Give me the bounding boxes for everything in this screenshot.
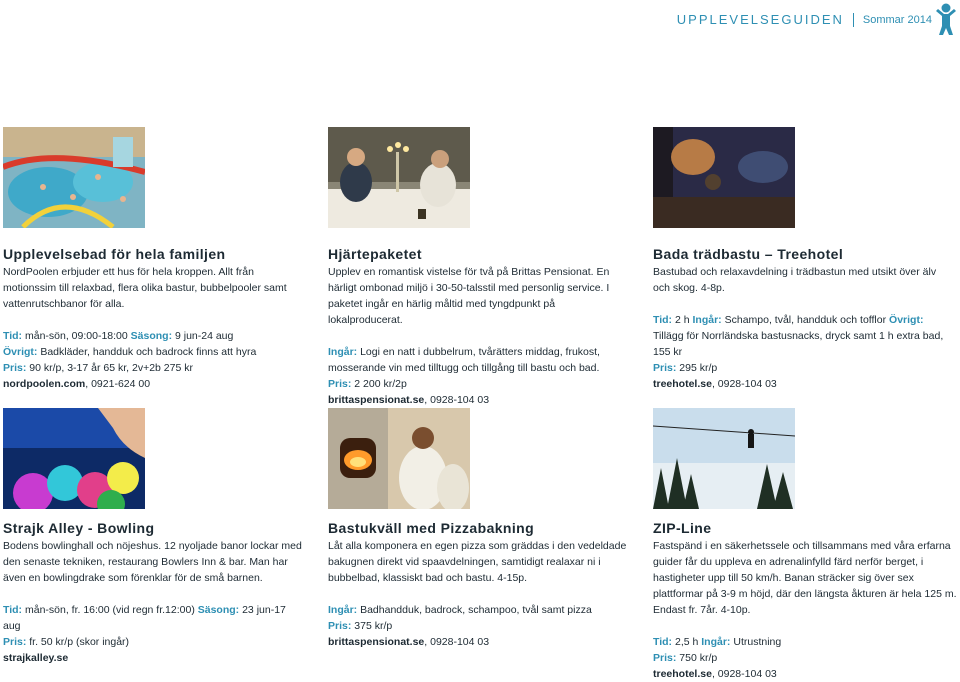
card-intro: Fastspänd i en säkerhetssele och tillsam… <box>653 540 957 616</box>
water-park-photo <box>3 127 145 228</box>
pris-label: Pris: <box>653 652 677 664</box>
tid-label: Tid: <box>653 636 673 648</box>
card-intro: Bodens bowlinghall och nöjeshus. 12 nyol… <box>3 540 302 584</box>
sasong-label: Säsong: <box>197 604 240 616</box>
card-bastukvall: Bastukväll med Pizzabakning Låt alla kom… <box>328 520 628 650</box>
card-details: Ingår: Logi en natt i dubbelrum, tvårätt… <box>328 344 628 408</box>
card-title: Upplevelsebad för hela familjen <box>3 246 226 262</box>
pris-label: Pris: <box>328 378 352 390</box>
card-upplevelsebad: Upplevelsebad för hela familjen NordPool… <box>3 246 303 392</box>
website-link[interactable]: brittaspensionat.se <box>328 636 424 648</box>
ingar-value: Badhandduk, badrock, schampoo, tvål samt… <box>360 604 592 616</box>
ovrigt-value: Tillägg för Norrländska bastusnacks, dry… <box>653 330 944 358</box>
website-link[interactable]: brittaspensionat.se <box>328 394 424 406</box>
sasong-value: 9 jun-24 aug <box>174 330 234 342</box>
ingar-label: Ingår: <box>328 604 358 616</box>
ovrigt-label: Övrigt: <box>3 346 38 358</box>
ingar-label: Ingår: <box>328 346 358 358</box>
guide-title: UPPLEVELSEGUIDEN <box>676 12 844 27</box>
bowling-photo <box>3 408 145 509</box>
card-zip-line: ZIP-Line Fastspänd i en säkerhetssele oc… <box>653 520 958 682</box>
card-title: ZIP-Line <box>653 520 712 536</box>
tid-value: 2 h <box>674 314 690 326</box>
phone-number: , 0928-104 03 <box>711 378 777 390</box>
phone-number: , 0928-104 03 <box>424 636 490 648</box>
website-link[interactable]: treehotel.se <box>653 668 712 680</box>
card-intro: Låt alla komponera en egen pizza som grä… <box>328 540 627 584</box>
card-treehotel: Bada trädbastu – Treehotel Bastubad och … <box>653 246 953 392</box>
card-details: Tid: 2,5 h Ingår: Utrustning Pris: 750 k… <box>653 634 958 682</box>
card-title: Bada trädbastu – Treehotel <box>653 246 844 262</box>
website-link[interactable]: nordpoolen.com <box>3 378 85 390</box>
dinner-photo <box>328 127 470 228</box>
tree-sauna-photo <box>653 127 795 228</box>
tid-label: Tid: <box>3 330 23 342</box>
person-jumping-icon <box>936 3 956 35</box>
tid-label: Tid: <box>3 604 23 616</box>
card-title: Hjärtepaketet <box>328 246 422 262</box>
ingar-label: Ingår: <box>701 636 731 648</box>
pris-value: 375 kr/p <box>354 620 393 632</box>
ingar-value: Utrustning <box>733 636 782 648</box>
season-label: Sommar 2014 <box>862 13 932 26</box>
pris-label: Pris: <box>653 362 677 374</box>
tid-value: 2,5 h <box>674 636 699 648</box>
card-details: Tid: 2 h Ingår: Schampo, tvål, handduk o… <box>653 312 953 392</box>
card-intro: Bastubad och relaxavdelning i trädbastun… <box>653 266 937 294</box>
pris-label: Pris: <box>3 362 27 374</box>
card-title: Bastukväll med Pizzabakning <box>328 520 535 536</box>
tid-value: mån-sön, 09:00-18:00 <box>24 330 128 342</box>
sasong-label: Säsong: <box>130 330 173 342</box>
ingar-label: Ingår: <box>692 314 722 326</box>
pizza-oven-photo <box>328 408 470 509</box>
pris-value: 2 200 kr/2p <box>354 378 407 390</box>
ovrigt-value: Badkläder, handduk och badrock finns att… <box>40 346 257 358</box>
header-divider <box>852 12 854 27</box>
pris-label: Pris: <box>3 636 27 648</box>
ingar-value: Logi en natt i dubbelrum, tvårätters mid… <box>328 346 600 374</box>
pris-value: fr. 50 kr/p (skor ingår) <box>29 636 130 648</box>
page-header: UPPLEVELSEGUIDEN Sommar 2014 <box>677 12 932 27</box>
tid-value: mån-sön, fr. 16:00 (vid regn fr.12:00) <box>24 604 195 616</box>
card-details: Ingår: Badhandduk, badrock, schampoo, tv… <box>328 602 628 650</box>
ovrigt-label: Övrigt: <box>889 314 924 326</box>
card-strajk-alley: Strajk Alley - Bowling Bodens bowlinghal… <box>3 520 303 666</box>
phone-number: , 0928-104 03 <box>711 668 777 680</box>
card-title: Strajk Alley - Bowling <box>3 520 155 536</box>
card-intro: NordPoolen erbjuder ett hus för hela kro… <box>3 266 287 310</box>
pris-label: Pris: <box>328 620 352 632</box>
pris-value: 90 kr/p, 3-17 år 65 kr, 2v+2b 275 kr <box>29 362 193 374</box>
pris-value: 295 kr/p <box>679 362 718 374</box>
pris-value: 750 kr/p <box>679 652 718 664</box>
phone-number: , 0928-104 03 <box>424 394 490 406</box>
website-link[interactable]: treehotel.se <box>653 378 712 390</box>
website-link[interactable]: strajkalley.se <box>3 652 68 664</box>
card-details: Tid: mån-sön, fr. 16:00 (vid regn fr.12:… <box>3 602 303 666</box>
card-details: Tid: mån-sön, 09:00-18:00 Säsong: 9 jun-… <box>3 328 303 392</box>
card-intro: Upplev en romantisk vistelse för två på … <box>328 266 610 326</box>
zip-line-photo <box>653 408 795 509</box>
ingar-value: Schampo, tvål, handduk och tofflor <box>724 314 887 326</box>
tid-label: Tid: <box>653 314 673 326</box>
card-hjartepaketet: Hjärtepaketet Upplev en romantisk vistel… <box>328 246 628 408</box>
phone-number: , 0921-624 00 <box>85 378 151 390</box>
